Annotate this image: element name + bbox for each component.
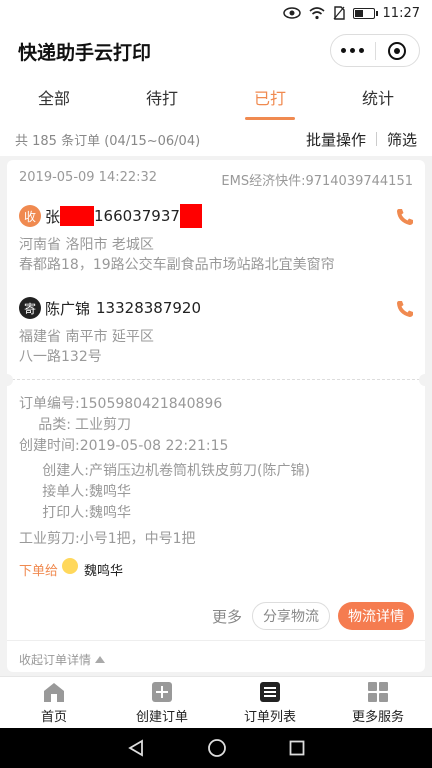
- nav-more-services[interactable]: 更多服务: [324, 677, 432, 728]
- logistics-detail-button[interactable]: 物流详情: [338, 602, 414, 630]
- waybill-number: EMS经济快件:9714039744151: [221, 174, 413, 189]
- nav-order-list[interactable]: 订单列表: [216, 677, 324, 728]
- taker-value: 魏鸣华: [89, 484, 131, 500]
- order-details: 订单编号: 1505980421840896 品类: 工业剪刀 创建时间: 2019-…: [7, 380, 425, 580]
- title-bar: 快递助手云打印: [0, 26, 432, 76]
- receiver-badge: 寄: [19, 297, 41, 319]
- more-dots-icon: [341, 48, 365, 53]
- order-card: 2019-05-09 14:22:32 EMS经济快件:971403974415…: [7, 160, 425, 672]
- creator-label: 创建人:: [42, 463, 89, 479]
- sender-region: 河南省 洛阳市 老城区: [19, 237, 154, 253]
- sender-street: 春都路18，19路公交车副食品市场站路北宜美窗帘: [19, 257, 335, 273]
- share-logistics-button[interactable]: 分享物流: [252, 602, 330, 630]
- receiver-phone: 13328387920: [96, 299, 201, 317]
- sender-name: 张: [45, 207, 61, 226]
- nav-more-services-label: 更多服务: [351, 709, 404, 725]
- sender-badge: 收: [19, 205, 41, 227]
- system-nav-bar: [0, 728, 432, 768]
- order-no: 1505980421840896: [79, 396, 223, 412]
- more-menu-button[interactable]: [331, 35, 375, 66]
- collapse-label: 收起订单详情: [19, 653, 92, 667]
- receiver-block: 寄 陈广锦 13328387920 福建省 南平市 延平区 八一路132号: [7, 295, 425, 367]
- order-datetime: 2019-05-09 14:22:32: [19, 170, 158, 185]
- status-time: 11:27: [382, 5, 420, 21]
- eye-icon: [282, 7, 301, 19]
- nav-create-order[interactable]: 创建订单: [108, 677, 216, 728]
- divider: [375, 132, 377, 146]
- wifi-icon: [309, 6, 325, 19]
- receiver-name: 陈广锦: [45, 299, 91, 318]
- call-sender-phone-icon[interactable]: [395, 207, 415, 227]
- redaction-mark: [179, 204, 202, 228]
- printer-value: 魏鸣华: [89, 505, 131, 521]
- back-icon[interactable]: [127, 739, 145, 757]
- divider: [7, 374, 425, 386]
- nav-home[interactable]: 首页: [0, 677, 108, 728]
- order-tabs: 全部 待打 已打 统计: [0, 76, 432, 122]
- order-no-label: 订单编号:: [19, 396, 80, 412]
- assign-label: 下单给: [19, 563, 59, 579]
- collapse-details-toggle[interactable]: 收起订单详情: [7, 640, 425, 672]
- summary-bar: 共 185 条订单 (04/15~06/04) 批量操作 筛选: [0, 122, 432, 156]
- category-label: 品类:: [38, 417, 71, 433]
- nav-create-order-label: 创建订单: [135, 709, 188, 725]
- order-header: 2019-05-09 14:22:32 EMS经济快件:971403974415…: [7, 160, 425, 189]
- creator-value: 产销压边机卷筒机铁皮剪刀(陈广锦): [89, 463, 310, 479]
- battery-icon: [352, 7, 378, 19]
- nav-home-label: 首页: [40, 709, 67, 725]
- status-bar: 11:27: [0, 0, 432, 26]
- more-button[interactable]: 更多: [212, 606, 242, 627]
- tab-printed[interactable]: 已打: [216, 76, 324, 122]
- list-icon: [260, 681, 280, 702]
- close-mini-program-button[interactable]: [376, 35, 420, 66]
- tab-stats[interactable]: 统计: [324, 76, 432, 122]
- call-receiver-phone-icon[interactable]: [395, 299, 415, 319]
- grid-icon: [368, 681, 388, 702]
- bottom-nav: 首页 创建订单 订单列表 更多服务: [0, 676, 432, 728]
- recents-icon[interactable]: [289, 740, 305, 756]
- tab-pending[interactable]: 待打: [108, 76, 216, 122]
- avatar: [62, 558, 79, 574]
- created-value: 2019-05-08 22:21:15: [79, 438, 229, 454]
- target-icon: [388, 41, 407, 60]
- batch-operation-button[interactable]: 批量操作: [306, 129, 366, 150]
- sender-phone: 166037937: [94, 207, 180, 225]
- order-actions: 更多 分享物流 物流详情: [7, 602, 425, 630]
- receiver-region: 福建省 南平市 延平区: [19, 329, 154, 345]
- plus-icon: [152, 681, 172, 702]
- category-value: 工业剪刀: [75, 417, 131, 433]
- filter-button[interactable]: 筛选: [387, 129, 417, 150]
- receiver-street: 八一路132号: [19, 349, 102, 365]
- printer-label: 打印人:: [42, 505, 89, 521]
- sender-block: 收 张 166037937 河南省 洛阳市 老城区 春都路18，19路公交车副食…: [7, 203, 425, 275]
- taker-label: 接单人:: [42, 484, 89, 500]
- order-count: 共 185 条订单 (04/15~06/04): [15, 133, 201, 149]
- caret-up-icon: [95, 656, 106, 663]
- no-sim-icon: [333, 6, 345, 20]
- created-label: 创建时间:: [19, 438, 80, 454]
- redaction-mark: [60, 206, 95, 226]
- assign-to: 魏鸣华: [84, 563, 124, 579]
- tab-all[interactable]: 全部: [0, 76, 108, 122]
- app-title: 快递助手云打印: [18, 41, 152, 64]
- home-icon: [44, 682, 64, 702]
- home-circle-icon[interactable]: [207, 738, 227, 758]
- nav-order-list-label: 订单列表: [243, 709, 296, 725]
- order-items: 工业剪刀:小号1把，中号1把: [19, 531, 196, 547]
- mini-program-capsule: [330, 34, 420, 67]
- assign-row: 下单给 魏鸣华: [19, 558, 413, 580]
